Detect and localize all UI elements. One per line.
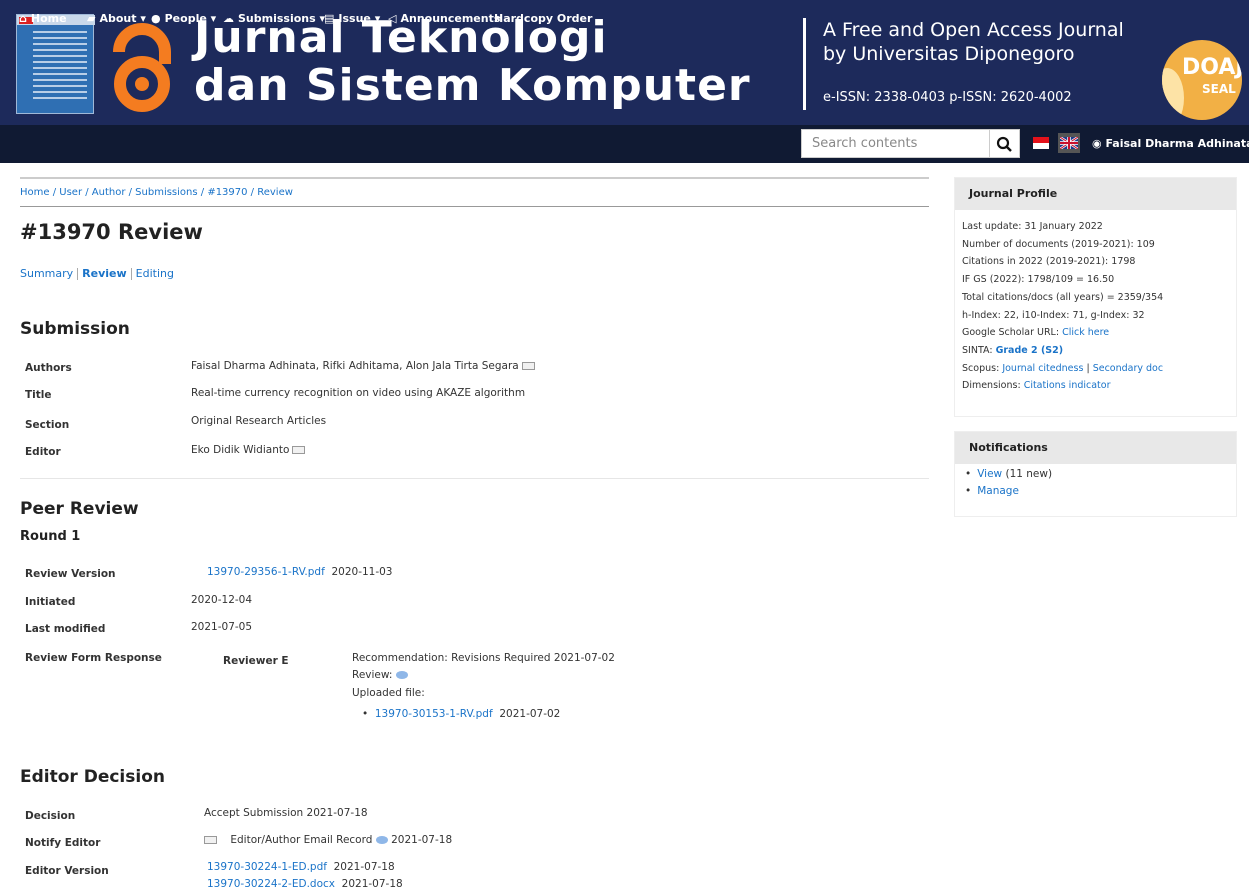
document-icon: ▤ <box>324 12 335 25</box>
initiated-label: Initiated <box>25 596 76 608</box>
email-icon[interactable] <box>292 446 306 454</box>
cloud-upload-icon: ☁ <box>223 12 234 25</box>
profile-line: Number of documents (2019-2021): 109 <box>962 238 1155 250</box>
nav-issue[interactable]: ▤ Issue ▾ <box>324 12 380 25</box>
decision-label: Decision <box>25 810 76 822</box>
profile-line: Citations in 2022 (2019-2021): 1798 <box>962 256 1136 268</box>
review-form-response-label: Review Form Response <box>25 652 162 664</box>
uploaded-file-label: Uploaded file: <box>352 687 425 699</box>
initiated-value: 2020-12-04 <box>191 594 253 606</box>
peer-review-heading: Peer Review <box>20 499 139 519</box>
editor-version-file-2: 13970-30224-2-ED.docx 2021-07-18 <box>207 878 403 890</box>
email-icon[interactable] <box>521 362 535 370</box>
decision-value: Accept Submission 2021-07-18 <box>204 807 368 819</box>
user-menu[interactable]: ◉ Faisal Dharma Adhinata ▾ <box>1092 137 1249 150</box>
section-value: Original Research Articles <box>191 415 327 427</box>
section-divider <box>20 478 929 479</box>
bullhorn-icon: ◁ <box>388 12 397 25</box>
notifications-heading: Notifications <box>955 432 1236 464</box>
title-label: Title <box>25 389 52 401</box>
uploaded-file-item: • 13970-30153-1-RV.pdf 2021-07-02 <box>362 708 561 720</box>
journal-profile-heading: Journal Profile <box>955 178 1236 210</box>
reviewer-name: Reviewer E <box>223 655 289 667</box>
home-icon: ⌂ <box>19 12 27 25</box>
tab-summary[interactable]: Summary <box>20 267 73 280</box>
profile-line: Total citations/docs (all years) = 2359/… <box>962 291 1164 303</box>
editor-version-file-1: 13970-30224-1-ED.pdf 2021-07-18 <box>207 861 395 873</box>
nav-announcements[interactable]: ◁ Announcements <box>388 12 500 25</box>
editor-version-label: Editor Version <box>25 865 109 877</box>
user-icon: ● <box>151 12 161 25</box>
google-scholar-link[interactable]: Click here <box>1062 327 1109 338</box>
notifications-view-item: View (11 new) <box>965 466 1229 483</box>
recommendation: Recommendation: Revisions Required 2021-… <box>352 652 615 664</box>
section-label: Section <box>25 419 70 431</box>
editor-label: Editor <box>25 446 61 458</box>
notifications-panel: Notifications View (11 new) Manage <box>954 431 1237 517</box>
round-heading: Round 1 <box>20 529 81 544</box>
search-icon <box>996 136 1012 152</box>
nav-hardcopy-order[interactable]: Hardcopy Order <box>494 12 592 25</box>
header-divider <box>803 18 806 110</box>
review-version-label: Review Version <box>25 568 116 580</box>
nav-about[interactable]: ▰ About ▾ <box>87 12 146 25</box>
tab-review[interactable]: Review <box>82 267 127 280</box>
editor-decision-heading: Editor Decision <box>20 767 165 787</box>
sinta-line: SINTA: Grade 2 (S2) <box>962 344 1064 356</box>
journal-profile-panel: Journal Profile Last update: 31 January … <box>954 177 1237 417</box>
title-value: Real-time currency recognition on video … <box>191 387 526 399</box>
dimensions-line: Dimensions: Citations indicator <box>962 380 1111 392</box>
last-modified-value: 2021-07-05 <box>191 621 253 633</box>
nav-home[interactable]: ⌂ Home <box>19 12 67 25</box>
profile-line: Last update: 31 January 2022 <box>962 221 1103 232</box>
email-icon[interactable] <box>204 836 217 844</box>
profile-line: h-Index: 22, i10-Index: 71, g-Index: 32 <box>962 309 1145 321</box>
breadcrumb-rule <box>20 206 929 207</box>
editor-value: Eko Didik Widianto <box>191 444 306 456</box>
indonesian-flag-icon[interactable] <box>1033 137 1049 149</box>
scopus-secondary-link[interactable]: Secondary doc <box>1093 363 1163 374</box>
dimensions-link[interactable]: Citations indicator <box>1024 380 1111 391</box>
journal-tagline: A Free and Open Access Journal by Univer… <box>823 19 1124 65</box>
user-circle-icon: ◉ <box>1092 137 1106 150</box>
review-tabs: Summary Review Editing <box>20 267 174 280</box>
editor-version-link[interactable]: 13970-30224-1-ED.pdf <box>207 861 327 873</box>
scopus-citedness-link[interactable]: Journal citedness <box>1002 363 1083 374</box>
authors-value: Faisal Dharma Adhinata, Rifki Adhitama, … <box>191 360 535 372</box>
notifications-manage-item: Manage <box>965 483 1229 500</box>
review-version-value: 13970-29356-1-RV.pdf 2020-11-03 <box>207 566 393 578</box>
search-button[interactable] <box>990 129 1020 158</box>
editor-version-link[interactable]: 13970-30224-2-ED.docx <box>207 878 335 890</box>
uploaded-file-link[interactable]: 13970-30153-1-RV.pdf <box>375 708 493 720</box>
journal-issn: e-ISSN: 2338-0403 p-ISSN: 2620-4002 <box>823 90 1072 105</box>
notifications-manage-link[interactable]: Manage <box>977 485 1019 497</box>
review-version-file-link[interactable]: 13970-29356-1-RV.pdf <box>207 566 325 578</box>
notify-editor-value: Editor/Author Email Record 2021-07-18 <box>204 834 452 846</box>
comment-bubble-icon[interactable] <box>395 671 408 679</box>
doaj-seal-logo[interactable]: DOAJ SEAL <box>1162 40 1242 120</box>
nav-submissions[interactable]: ☁ Submissions ▾ <box>223 12 325 25</box>
review-comment: Review: <box>352 669 408 681</box>
book-icon: ▰ <box>87 12 96 25</box>
google-scholar-line: Google Scholar URL: Click here <box>962 327 1110 339</box>
notifications-view-link[interactable]: View <box>977 468 1002 480</box>
submission-heading: Submission <box>20 319 130 339</box>
open-access-logo-icon <box>113 23 171 112</box>
breadcrumb[interactable]: Home / User / Author / Submissions / #13… <box>20 187 293 198</box>
search-input[interactable]: Search contents <box>801 129 990 158</box>
journal-cover-image[interactable] <box>16 14 95 114</box>
last-modified-label: Last modified <box>25 623 106 635</box>
profile-line: IF GS (2022): 1798/109 = 16.50 <box>962 274 1115 286</box>
comment-bubble-icon[interactable] <box>375 836 388 844</box>
sinta-link[interactable]: Grade 2 (S2) <box>996 345 1064 356</box>
authors-label: Authors <box>25 362 72 374</box>
tab-editing[interactable]: Editing <box>136 267 174 280</box>
scopus-line: Scopus: Journal citedness | Secondary do… <box>962 362 1164 374</box>
page-title: #13970 Review <box>20 220 203 244</box>
journal-title-line2: dan Sistem Komputer <box>194 60 751 111</box>
top-rule <box>20 177 929 179</box>
notify-editor-label: Notify Editor <box>25 837 101 849</box>
uk-flag-icon[interactable] <box>1058 133 1080 153</box>
nav-people[interactable]: ● People ▾ <box>151 12 216 25</box>
